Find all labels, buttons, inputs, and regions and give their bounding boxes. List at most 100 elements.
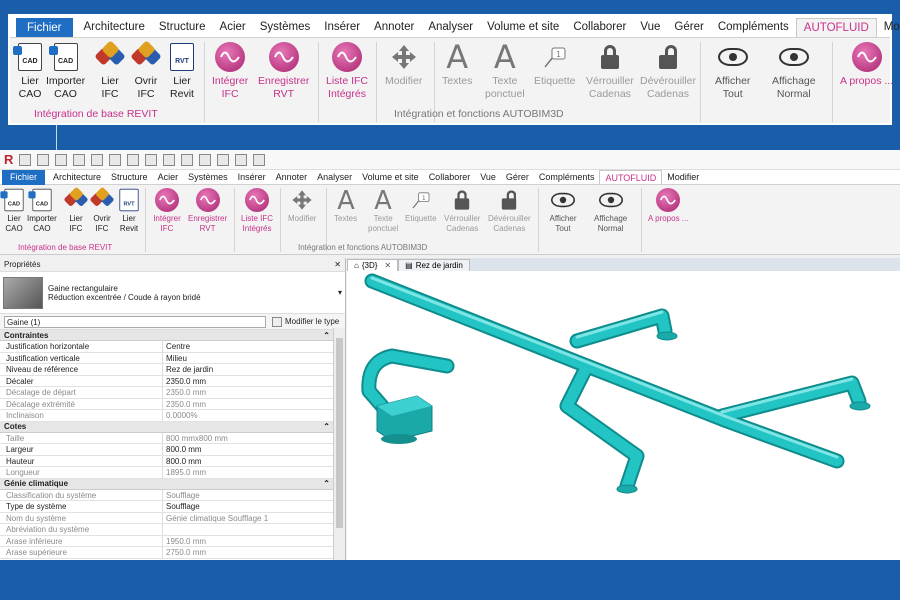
integrer-ifc-button[interactable]: Intégrer IFC — [212, 42, 248, 101]
property-value[interactable]: 800.0 mm — [163, 444, 334, 455]
importer-cao-button[interactable]: CAD Importer CAO — [46, 42, 85, 101]
text-icon[interactable] — [163, 153, 176, 166]
tab-autofluid[interactable]: AUTOFLUID — [795, 18, 877, 37]
textes-button[interactable]: A Textes — [442, 41, 472, 88]
tab-syst-mes[interactable]: Systèmes — [253, 16, 318, 37]
tab-acier[interactable]: Acier — [213, 16, 253, 37]
modifier-button[interactable]: Modifier — [288, 188, 316, 224]
tab-acier[interactable]: Acier — [153, 170, 184, 185]
tab-architecture[interactable]: Architecture — [77, 16, 152, 37]
affichage-normal-button[interactable]: Affichage Normal — [772, 42, 816, 101]
tab-g-rer[interactable]: Gérer — [501, 170, 534, 185]
property-value[interactable]: Milieu — [163, 353, 334, 364]
tab-architecture[interactable]: Architecture — [48, 170, 106, 185]
section-header[interactable]: Génie climatique ⌃ — [0, 478, 334, 490]
verrouiller-cadenas-button[interactable]: Vérrouiller Cadenas — [586, 42, 634, 101]
save-icon[interactable] — [37, 153, 50, 166]
texte-ponctuel-button[interactable]: A Texte ponctuel — [368, 187, 398, 234]
tab-syst-mes[interactable]: Systèmes — [183, 170, 233, 185]
deverrouiller-cadenas-button[interactable]: Dévérouiller Cadenas — [488, 188, 531, 234]
tab-autofluid[interactable]: AUTOFLUID — [599, 169, 663, 185]
lier-cao-button[interactable]: CAD Lier CAO — [13, 42, 42, 101]
afficher-tout-button[interactable]: Afficher Tout — [715, 42, 750, 101]
type-selector[interactable]: Gaine rectangulaire Réduction excentrée /… — [0, 272, 345, 314]
property-value[interactable]: Rez de jardin — [163, 364, 334, 375]
tab-modifier[interactable]: Modifier — [662, 170, 704, 185]
tab-fichier[interactable]: Fichier — [16, 18, 73, 37]
ovrir-ifc-button[interactable]: Ovrir IFC — [130, 40, 162, 101]
redo-icon[interactable] — [91, 153, 104, 166]
section-header[interactable]: Contraintes ⌃ — [0, 330, 334, 341]
apropos-button[interactable]: A propos ... — [648, 188, 688, 224]
ovrir-ifc-button[interactable]: Ovrir IFC — [88, 186, 116, 234]
tab-analyser[interactable]: Analyser — [421, 16, 480, 37]
collapse-icon[interactable]: ⌃ — [323, 422, 330, 431]
property-value[interactable]: Soufflage — [163, 501, 334, 512]
affichage-normal-button[interactable]: Affichage Normal — [594, 188, 627, 234]
liste-ifc-button[interactable]: Liste IFC Intégrés — [326, 42, 368, 101]
tab-rez-de-jardin[interactable]: ▤ Rez de jardin — [398, 259, 470, 271]
measure-icon[interactable] — [127, 153, 140, 166]
property-value[interactable]: Centre — [163, 341, 334, 352]
lier-revit-button[interactable]: RVT Lier Revit — [117, 188, 141, 234]
tab-structure[interactable]: Structure — [106, 170, 153, 185]
tab-collaborer[interactable]: Collaborer — [424, 170, 476, 185]
tab-modifier[interactable]: Modifier — [877, 16, 900, 37]
undo-icon[interactable] — [73, 153, 86, 166]
collapse-icon[interactable]: ⌃ — [323, 479, 330, 488]
3d-viewport[interactable]: ⌂ {3D} ✕ ▤ Rez de jardin — [347, 258, 900, 560]
tab-volume-et-site[interactable]: Volume et site — [480, 16, 566, 37]
tab-collaborer[interactable]: Collaborer — [566, 16, 633, 37]
scrollbar[interactable] — [333, 328, 345, 560]
textes-button[interactable]: A Textes — [334, 187, 357, 224]
collapse-icon[interactable]: ⌃ — [323, 331, 330, 340]
tab-annoter[interactable]: Annoter — [367, 16, 421, 37]
tab-g-rer[interactable]: Gérer — [667, 16, 710, 37]
enregistrer-rvt-button[interactable]: Enregistrer RVT — [258, 42, 309, 101]
tab-ins-rer[interactable]: Insérer — [233, 170, 271, 185]
property-value[interactable]: 800.0 mm — [163, 456, 334, 467]
tab-vue[interactable]: Vue — [475, 170, 501, 185]
close-icon[interactable]: ✕ — [384, 261, 391, 270]
tab-3d[interactable]: ⌂ {3D} ✕ — [347, 259, 399, 271]
open-icon[interactable] — [19, 153, 32, 166]
tab-analyser[interactable]: Analyser — [312, 170, 357, 185]
texte-ponctuel-button[interactable]: A Texte ponctuel — [485, 41, 525, 101]
section-icon[interactable] — [199, 153, 212, 166]
tab-structure[interactable]: Structure — [152, 16, 213, 37]
integrer-ifc-button[interactable]: Intégrer IFC — [152, 188, 182, 234]
tab-fichier[interactable]: Fichier — [2, 169, 46, 185]
enregistrer-rvt-button[interactable]: Enregistrer RVT — [188, 188, 227, 234]
instance-dropdown[interactable]: Gaine (1) — [4, 315, 266, 328]
lier-revit-button[interactable]: RVT Lier Revit — [170, 42, 194, 101]
deverrouiller-cadenas-button[interactable]: Dévérouiller Cadenas — [640, 42, 696, 101]
tab-compl-ments[interactable]: Compléments — [534, 170, 600, 185]
section-header[interactable]: Cotes ⌃ — [0, 421, 334, 433]
tab-compl-ments[interactable]: Compléments — [711, 16, 796, 37]
verrouiller-cadenas-button[interactable]: Vérrouiller Cadenas — [444, 188, 480, 234]
liste-ifc-button[interactable]: Liste IFC Intégrés — [241, 188, 273, 234]
tab-annoter[interactable]: Annoter — [271, 170, 313, 185]
lier-ifc-button[interactable]: Lier IFC — [62, 186, 90, 234]
lier-ifc-button[interactable]: Lier IFC — [94, 40, 126, 101]
tab-vue[interactable]: Vue — [633, 16, 667, 37]
importer-cao-button[interactable]: CAD Importer CAO — [27, 188, 57, 234]
etiquette-button[interactable]: 1 Etiquette — [534, 42, 575, 88]
tab-volume-et-site[interactable]: Volume et site — [357, 170, 424, 185]
thin-lines-icon[interactable] — [217, 153, 230, 166]
property-value[interactable]: 2350.0 mm — [163, 376, 334, 387]
switch-windows-icon[interactable] — [253, 153, 266, 166]
afficher-tout-button[interactable]: Afficher Tout — [548, 188, 578, 234]
revit-logo-icon[interactable]: R — [4, 152, 13, 167]
close-icon[interactable]: ✕ — [334, 260, 341, 269]
close-hidden-icon[interactable] — [235, 153, 248, 166]
etiquette-button[interactable]: 1 Etiquette — [405, 188, 437, 224]
print-icon[interactable] — [109, 153, 122, 166]
lier-cao-button[interactable]: CAD Lier CAO — [0, 188, 26, 234]
chevron-down-icon[interactable]: ▾ — [338, 288, 342, 297]
dimension-icon[interactable] — [145, 153, 158, 166]
scroll-thumb[interactable] — [336, 338, 343, 528]
modifier-button[interactable]: Modifier — [385, 42, 422, 88]
apropos-button[interactable]: A propos ... — [840, 42, 893, 88]
edit-type-button[interactable]: Modifier le type — [272, 316, 339, 327]
